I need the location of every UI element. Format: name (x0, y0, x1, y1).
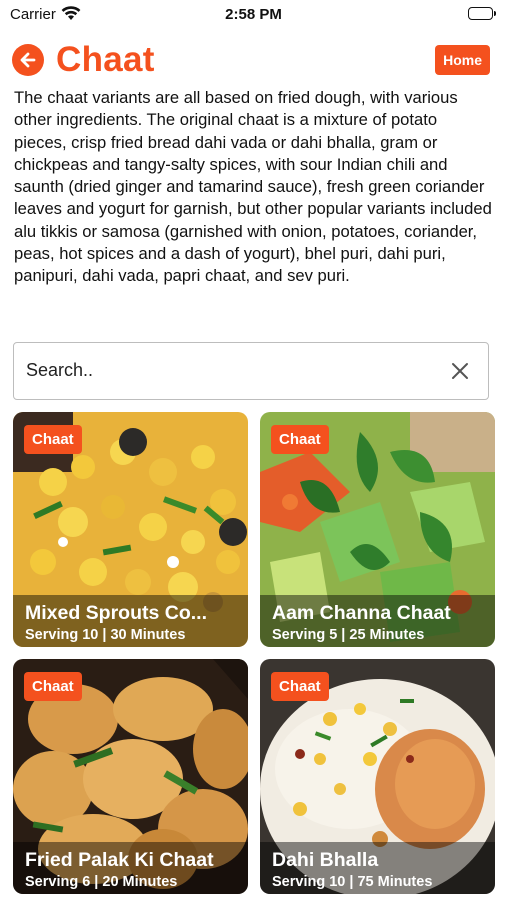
recipe-info: Mixed Sprouts Co... Serving 10 | 30 Minu… (13, 595, 248, 647)
recipe-info: Aam Channa Chaat Serving 5 | 25 Minutes (260, 595, 495, 647)
recipe-title: Mixed Sprouts Co... (25, 602, 208, 624)
home-button[interactable]: Home (435, 45, 490, 75)
battery-icon (468, 7, 496, 20)
recipe-card[interactable]: Chaat Fried Palak Ki Chaat Serving 6 | 2… (13, 659, 248, 894)
category-badge: Chaat (271, 425, 329, 454)
close-icon[interactable] (450, 361, 470, 381)
recipe-card[interactable]: Chaat Mixed Sprouts Co... Serving 10 | 3… (13, 412, 248, 647)
status-bar: Carrier 2:58 PM (0, 0, 507, 28)
clock: 2:58 PM (225, 6, 282, 23)
search-bar (13, 342, 489, 400)
recipe-grid: Chaat Mixed Sprouts Co... Serving 10 | 3… (13, 412, 495, 896)
category-badge: Chaat (24, 672, 82, 701)
header: Chaat Home (12, 40, 490, 80)
recipe-card[interactable]: Chaat Dahi Bhalla Serving 10 | 75 Minute… (260, 659, 495, 894)
recipe-info: Fried Palak Ki Chaat Serving 6 | 20 Minu… (13, 842, 248, 894)
recipe-meta: Serving 10 | 75 Minutes (272, 874, 433, 890)
page-title: Chaat (56, 40, 155, 79)
recipe-title: Fried Palak Ki Chaat (25, 849, 214, 871)
recipe-meta: Serving 6 | 20 Minutes (25, 874, 178, 890)
back-button[interactable] (12, 44, 44, 76)
recipe-info: Dahi Bhalla Serving 10 | 75 Minutes (260, 842, 495, 894)
recipe-card[interactable]: Chaat Aam Channa Chaat Serving 5 | 25 Mi… (260, 412, 495, 647)
recipe-title: Dahi Bhalla (272, 849, 379, 871)
recipe-meta: Serving 10 | 30 Minutes (25, 627, 186, 643)
category-badge: Chaat (271, 672, 329, 701)
arrow-left-icon (20, 52, 36, 68)
category-badge: Chaat (24, 425, 82, 454)
recipe-title: Aam Channa Chaat (272, 602, 451, 624)
recipe-meta: Serving 5 | 25 Minutes (272, 627, 425, 643)
category-description: The chaat variants are all based on frie… (14, 88, 492, 286)
search-input[interactable] (26, 343, 426, 398)
